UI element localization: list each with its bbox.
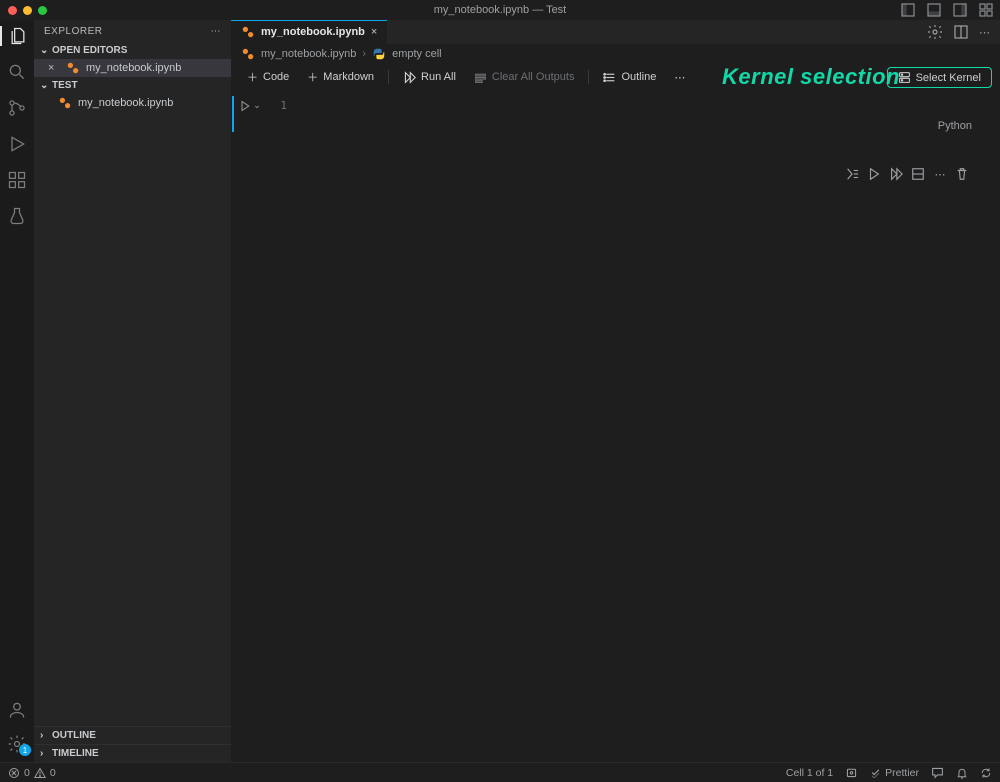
cell-toolbar: ⋯ <box>844 166 970 182</box>
search-activity-icon[interactable] <box>7 62 27 82</box>
settings-badge: 1 <box>19 744 31 756</box>
split-cell-icon[interactable] <box>910 166 926 182</box>
folder-label: TEST <box>52 80 78 91</box>
status-prettier[interactable]: Prettier <box>870 767 919 779</box>
testing-activity-icon[interactable] <box>7 206 27 226</box>
code-editor[interactable] <box>295 97 985 115</box>
activity-bar: 1 <box>0 20 34 762</box>
split-editor-icon[interactable] <box>953 24 969 40</box>
open-editors-label: OPEN EDITORS <box>52 45 127 56</box>
chevron-down-icon: ⌄ <box>40 45 50 56</box>
open-editors-section[interactable]: ⌄ OPEN EDITORS <box>34 42 231 59</box>
check-icon <box>870 767 881 778</box>
open-editor-file-label: my_notebook.ipynb <box>86 62 181 74</box>
status-sync-icon[interactable] <box>980 767 992 779</box>
outline-button[interactable]: Outline <box>595 68 664 87</box>
timeline-section[interactable]: › TIMELINE <box>34 744 231 762</box>
run-all-button[interactable]: Run All <box>395 68 464 87</box>
editor-more-icon[interactable]: ⋯ <box>979 26 990 39</box>
run-by-line-icon[interactable] <box>844 166 860 182</box>
line-number: 1 <box>267 97 295 115</box>
execute-cell-icon[interactable] <box>866 166 882 182</box>
source-control-activity-icon[interactable] <box>7 98 27 118</box>
window-close-icon[interactable] <box>8 6 17 15</box>
status-feedback-icon[interactable] <box>931 766 944 779</box>
timeline-label: TIMELINE <box>52 748 99 759</box>
warning-icon <box>34 767 46 779</box>
file-tree-item[interactable]: my_notebook.ipynb <box>34 94 231 112</box>
status-problems[interactable]: 0 0 <box>8 767 56 779</box>
tab-strip: my_notebook.ipynb × ⋯ <box>231 20 1000 44</box>
window-maximize-icon[interactable] <box>38 6 47 15</box>
account-icon[interactable] <box>7 700 27 720</box>
chevron-right-icon: › <box>40 748 50 759</box>
delete-cell-icon[interactable] <box>954 166 970 182</box>
title-bar: my_notebook.ipynb — Test <box>0 0 1000 20</box>
chevron-right-icon: › <box>40 730 50 741</box>
window-minimize-icon[interactable] <box>23 6 32 15</box>
breadcrumb[interactable]: my_notebook.ipynb › empty cell <box>231 44 1000 64</box>
notebook-file-icon <box>66 61 80 75</box>
notebook-toolbar: ＋ Code ＋ Markdown Run All Clear All Outp… <box>231 64 1000 90</box>
status-trusted-icon[interactable] <box>845 766 858 779</box>
cell-language-label[interactable]: Python <box>266 116 986 132</box>
notebook-file-icon <box>58 96 72 110</box>
clear-icon <box>474 71 487 84</box>
explorer-activity-icon[interactable] <box>0 26 34 46</box>
explorer-sidebar: EXPLORER ⋯ ⌄ OPEN EDITORS × my_notebook.… <box>34 20 231 762</box>
window-title: my_notebook.ipynb — Test <box>434 4 566 16</box>
layout-primary-icon[interactable] <box>900 2 916 18</box>
run-cell-icon[interactable] <box>239 100 251 112</box>
python-icon <box>372 47 386 61</box>
editor-area: my_notebook.ipynb × ⋯ my_notebook.ipynb … <box>231 20 1000 762</box>
open-editor-item[interactable]: × my_notebook.ipynb <box>34 59 231 77</box>
clear-all-outputs-button[interactable]: Clear All Outputs <box>466 68 583 87</box>
extensions-activity-icon[interactable] <box>7 170 27 190</box>
explorer-more-icon[interactable]: ⋯ <box>211 26 222 37</box>
add-markdown-cell-button[interactable]: ＋ Markdown <box>299 66 382 88</box>
layout-secondary-icon[interactable] <box>952 2 968 18</box>
tab-close-icon[interactable]: × <box>371 26 377 38</box>
status-bell-icon[interactable] <box>956 767 968 779</box>
editor-tab[interactable]: my_notebook.ipynb × <box>231 20 388 44</box>
toolbar-more-icon[interactable]: ⋯ <box>666 68 693 87</box>
explorer-title: EXPLORER <box>44 26 102 37</box>
close-editor-icon[interactable]: × <box>48 62 60 74</box>
breadcrumb-separator-icon: › <box>362 48 366 60</box>
notebook-file-icon <box>241 25 255 39</box>
plus-icon: ＋ <box>307 69 318 85</box>
toolbar-divider <box>588 70 589 84</box>
layout-panel-icon[interactable] <box>926 2 942 18</box>
breadcrumb-file[interactable]: my_notebook.ipynb <box>261 48 356 60</box>
outline-label: OUTLINE <box>52 730 96 741</box>
execute-above-icon[interactable] <box>888 166 904 182</box>
settings-cog-icon[interactable] <box>927 24 943 40</box>
notebook-cell[interactable]: ⌄ 1 Python <box>231 96 1000 132</box>
status-cell-position[interactable]: Cell 1 of 1 <box>786 767 833 779</box>
breadcrumb-cell[interactable]: empty cell <box>392 48 442 60</box>
chevron-down-icon: ⌄ <box>40 80 50 91</box>
kernel-selection-annotation: Kernel selection <box>722 64 900 90</box>
settings-gear-icon[interactable]: 1 <box>7 734 27 754</box>
plus-icon: ＋ <box>247 69 258 85</box>
outline-section[interactable]: › OUTLINE <box>34 726 231 744</box>
server-icon <box>898 71 911 84</box>
file-tree-label: my_notebook.ipynb <box>78 97 173 109</box>
tab-label: my_notebook.ipynb <box>261 26 365 38</box>
toolbar-divider <box>388 70 389 84</box>
select-kernel-button[interactable]: Select Kernel <box>887 67 992 88</box>
run-all-icon <box>403 71 416 84</box>
list-icon <box>603 71 616 84</box>
chevron-down-icon[interactable]: ⌄ <box>253 100 261 111</box>
add-code-cell-button[interactable]: ＋ Code <box>239 66 297 88</box>
cell-more-icon[interactable]: ⋯ <box>932 166 948 182</box>
notebook-file-icon <box>241 47 255 61</box>
folder-section[interactable]: ⌄ TEST <box>34 77 231 94</box>
error-icon <box>8 767 20 779</box>
run-debug-activity-icon[interactable] <box>7 134 27 154</box>
layout-custom-icon[interactable] <box>978 2 994 18</box>
status-bar: 0 0 Cell 1 of 1 Prettier <box>0 762 1000 782</box>
